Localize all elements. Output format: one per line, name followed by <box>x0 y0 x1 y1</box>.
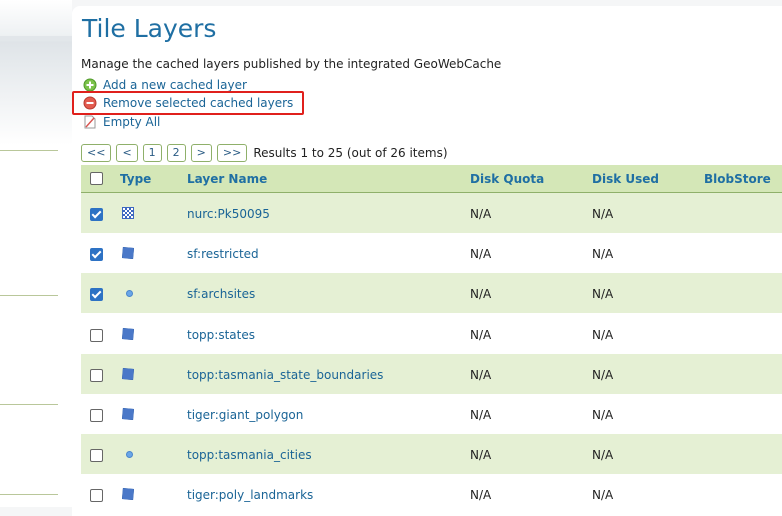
disk-quota-value: N/A <box>470 488 492 502</box>
layer-name-link[interactable]: topp:tasmania_state_boundaries <box>187 368 383 382</box>
layer-name-link[interactable]: topp:states <box>187 328 255 342</box>
next-page-button[interactable]: > <box>190 144 212 162</box>
polygon-icon <box>122 408 134 420</box>
point-icon <box>126 451 133 458</box>
sidebar-divider <box>0 295 58 296</box>
remove-cached-layers-label: Remove selected cached layers <box>103 96 294 110</box>
table-row: sf:restricted N/A N/A <box>81 233 782 273</box>
point-icon <box>126 290 133 297</box>
page-2-button[interactable]: 2 <box>166 144 186 162</box>
disk-used-value: N/A <box>592 207 614 221</box>
disk-used-value: N/A <box>592 448 614 462</box>
select-all-checkbox[interactable] <box>90 172 103 185</box>
table-row: topp:tasmania_state_boundaries N/A N/A <box>81 354 782 394</box>
sidebar-header <box>0 0 72 145</box>
table-row: topp:states N/A N/A <box>81 314 782 354</box>
row-checkbox[interactable] <box>90 288 103 301</box>
add-cached-layer-label: Add a new cached layer <box>103 78 247 92</box>
disk-used-value: N/A <box>592 488 614 502</box>
layer-name-link[interactable]: tiger:giant_polygon <box>187 408 303 422</box>
polygon-icon <box>122 488 134 500</box>
empty-all-label: Empty All <box>103 115 161 129</box>
empty-icon <box>84 115 96 129</box>
row-checkbox[interactable] <box>90 248 103 261</box>
table-row: topp:tasmania_cities N/A N/A <box>81 434 782 474</box>
add-icon <box>83 78 97 92</box>
layer-name-link[interactable]: tiger:poly_landmarks <box>187 488 313 502</box>
polygon-icon <box>122 247 134 259</box>
sidebar-divider <box>0 404 58 405</box>
empty-all-link[interactable]: Empty All <box>83 114 160 130</box>
disk-quota-value: N/A <box>470 408 492 422</box>
row-checkbox[interactable] <box>90 369 103 382</box>
row-checkbox[interactable] <box>90 409 103 422</box>
sidebar-divider <box>0 150 58 151</box>
results-count: Results 1 to 25 (out of 26 items) <box>253 146 448 160</box>
disk-quota-value: N/A <box>470 448 492 462</box>
column-layer-name[interactable]: Layer Name <box>187 172 267 186</box>
row-checkbox[interactable] <box>90 449 103 462</box>
column-disk-used[interactable]: Disk Used <box>592 172 659 186</box>
page-1-button[interactable]: 1 <box>142 144 162 162</box>
raster-icon <box>122 207 134 219</box>
prev-page-button[interactable]: < <box>116 144 138 162</box>
table-row: tiger:poly_landmarks N/A N/A <box>81 474 782 514</box>
first-page-button[interactable]: << <box>81 144 112 162</box>
page-description: Manage the cached layers published by th… <box>81 57 502 71</box>
table-header: Type Layer Name Disk Quota Disk Used Blo… <box>81 165 782 193</box>
table-row: nurc:Pk50095 N/A N/A <box>81 193 782 233</box>
disk-used-value: N/A <box>592 247 614 261</box>
remove-icon <box>83 96 97 110</box>
row-checkbox[interactable] <box>90 208 103 221</box>
row-checkbox[interactable] <box>90 329 103 342</box>
disk-used-value: N/A <box>592 287 614 301</box>
page-title: Tile Layers <box>82 14 217 43</box>
disk-used-value: N/A <box>592 328 614 342</box>
disk-quota-value: N/A <box>470 247 492 261</box>
table-row: sf:archsites N/A N/A <box>81 273 782 313</box>
sidebar-divider <box>0 36 72 40</box>
sidebar <box>0 0 72 507</box>
layer-name-link[interactable]: nurc:Pk50095 <box>187 207 270 221</box>
polygon-icon <box>122 328 134 340</box>
disk-quota-value: N/A <box>470 328 492 342</box>
sidebar-divider <box>0 494 58 495</box>
last-page-button[interactable]: >> <box>216 144 248 162</box>
disk-quota-value: N/A <box>470 287 492 301</box>
layer-name-link[interactable]: sf:restricted <box>187 247 259 261</box>
column-disk-quota[interactable]: Disk Quota <box>470 172 544 186</box>
column-blobstore[interactable]: BlobStore <box>704 172 771 186</box>
layer-name-link[interactable]: topp:tasmania_cities <box>187 448 312 462</box>
disk-quota-value: N/A <box>470 207 492 221</box>
disk-used-value: N/A <box>592 368 614 382</box>
polygon-icon <box>122 368 134 380</box>
column-type[interactable]: Type <box>120 172 151 186</box>
disk-used-value: N/A <box>592 408 614 422</box>
main-panel: Tile Layers Manage the cached layers pub… <box>72 6 782 516</box>
layer-name-link[interactable]: sf:archsites <box>187 287 255 301</box>
row-checkbox[interactable] <box>90 489 103 502</box>
disk-quota-value: N/A <box>470 368 492 382</box>
pagination: << < 1 2 > >> Results 1 to 25 (out of 26… <box>81 144 448 162</box>
table-row: tiger:giant_polygon N/A N/A <box>81 394 782 434</box>
remove-cached-layers-link[interactable]: Remove selected cached layers <box>83 95 293 111</box>
